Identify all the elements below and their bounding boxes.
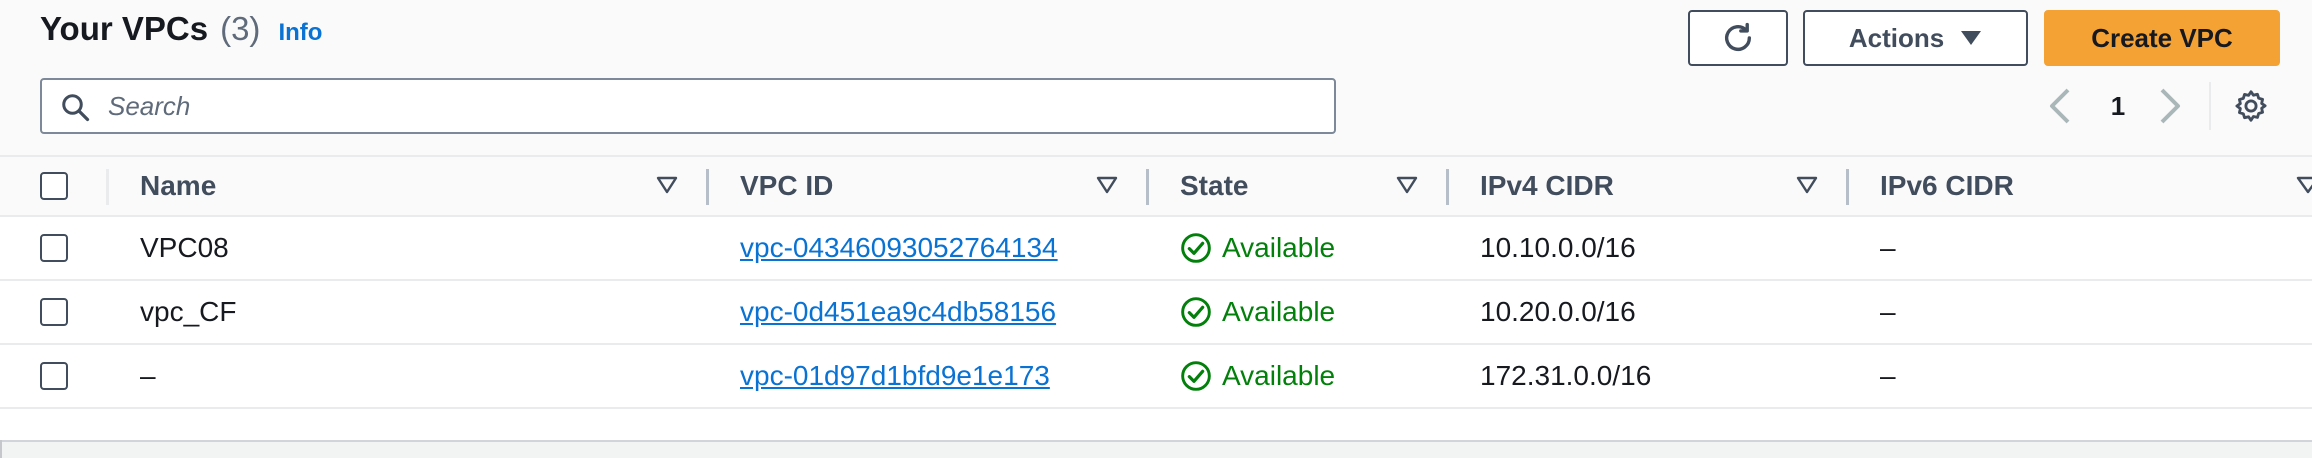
table-row[interactable]: VPC08 vpc-04346093052764134 Available 10… <box>0 217 2312 281</box>
sort-icon[interactable] <box>1396 175 1418 195</box>
column-resizer[interactable] <box>1446 169 1449 205</box>
row-checkbox[interactable] <box>40 298 68 326</box>
column-header-name[interactable]: Name <box>140 157 216 215</box>
row-checkbox[interactable] <box>40 234 68 262</box>
vpc-state: Available <box>1180 281 1335 343</box>
status-available-icon <box>1181 233 1211 263</box>
gear-icon <box>2235 90 2267 122</box>
next-page-button[interactable] <box>2156 82 2184 130</box>
ipv4-cidr: 172.31.0.0/16 <box>1480 360 1652 391</box>
chevron-right-icon <box>2160 88 2180 124</box>
table-row[interactable]: vpc_CF vpc-0d451ea9c4db58156 Available 1… <box>0 281 2312 345</box>
status-available-icon <box>1181 361 1211 391</box>
state-label: Available <box>1222 232 1336 263</box>
table-header: Name VPC ID State IPv4 CIDR IPv6 CIDR <box>0 155 2312 217</box>
search-icon <box>62 94 90 122</box>
vpc-id-link[interactable]: vpc-01d97d1bfd9e1e173 <box>740 360 1050 392</box>
select-all-checkbox[interactable] <box>40 172 68 200</box>
column-resizer[interactable] <box>1846 169 1849 205</box>
ipv6-cidr: – <box>1880 296 1896 327</box>
column-resizer[interactable] <box>1146 169 1149 205</box>
vpc-id-link[interactable]: vpc-04346093052764134 <box>740 232 1058 264</box>
refresh-button[interactable] <box>1688 10 1788 66</box>
ipv6-cidr: – <box>1880 232 1896 263</box>
vpc-name: vpc_CF <box>140 296 237 327</box>
sort-icon[interactable] <box>1796 175 1818 195</box>
refresh-icon <box>1724 22 1752 51</box>
page-title-row: Your VPCs (3) Info <box>40 10 322 66</box>
table-preferences-button[interactable] <box>2233 82 2269 130</box>
previous-page-button[interactable] <box>2046 82 2074 130</box>
create-vpc-button[interactable]: Create VPC <box>2044 10 2280 66</box>
panel-edge <box>0 440 2 458</box>
ipv4-cidr: 10.20.0.0/16 <box>1480 296 1636 327</box>
sort-icon[interactable] <box>1096 175 1118 195</box>
details-split-panel-divider[interactable] <box>0 440 2312 458</box>
pagination-divider <box>2209 82 2211 130</box>
page-title: Your VPCs <box>40 10 209 47</box>
column-resizer[interactable] <box>706 169 709 205</box>
caret-down-icon <box>1961 31 1982 45</box>
ipv4-cidr: 10.10.0.0/16 <box>1480 232 1636 263</box>
column-header-state[interactable]: State <box>1180 157 1248 215</box>
vpc-name: VPC08 <box>140 232 229 263</box>
create-vpc-label: Create VPC <box>2091 22 2233 53</box>
vpc-count: (3) <box>220 10 261 47</box>
current-page-number[interactable]: 1 <box>2108 82 2128 130</box>
state-label: Available <box>1222 360 1336 391</box>
search-input[interactable] <box>106 83 1310 129</box>
state-label: Available <box>1222 296 1336 327</box>
info-link[interactable]: Info <box>278 19 322 47</box>
vpc-name: – <box>140 360 156 391</box>
column-separator <box>106 169 109 205</box>
row-checkbox[interactable] <box>40 362 68 390</box>
chevron-left-icon <box>2050 88 2070 124</box>
ipv6-cidr: – <box>1880 360 1896 391</box>
search-field[interactable] <box>40 78 1336 134</box>
column-header-ipv6-cidr[interactable]: IPv6 CIDR <box>1880 157 2014 215</box>
vpc-state: Available <box>1180 217 1335 279</box>
sort-icon[interactable] <box>656 175 678 195</box>
table-row[interactable]: – vpc-01d97d1bfd9e1e173 Available 172.31… <box>0 345 2312 409</box>
column-header-ipv4-cidr[interactable]: IPv4 CIDR <box>1480 157 1614 215</box>
vpc-list-header: Your VPCs (3) Info Actions Create VPC 1 <box>0 0 2312 155</box>
column-header-vpc-id[interactable]: VPC ID <box>740 157 833 215</box>
status-available-icon <box>1181 297 1211 327</box>
vpc-state: Available <box>1180 345 1335 407</box>
actions-label: Actions <box>1848 22 1945 53</box>
actions-dropdown-button[interactable]: Actions <box>1803 10 2028 66</box>
sort-icon[interactable] <box>2296 175 2312 195</box>
vpc-id-link[interactable]: vpc-0d451ea9c4db58156 <box>740 296 1056 328</box>
